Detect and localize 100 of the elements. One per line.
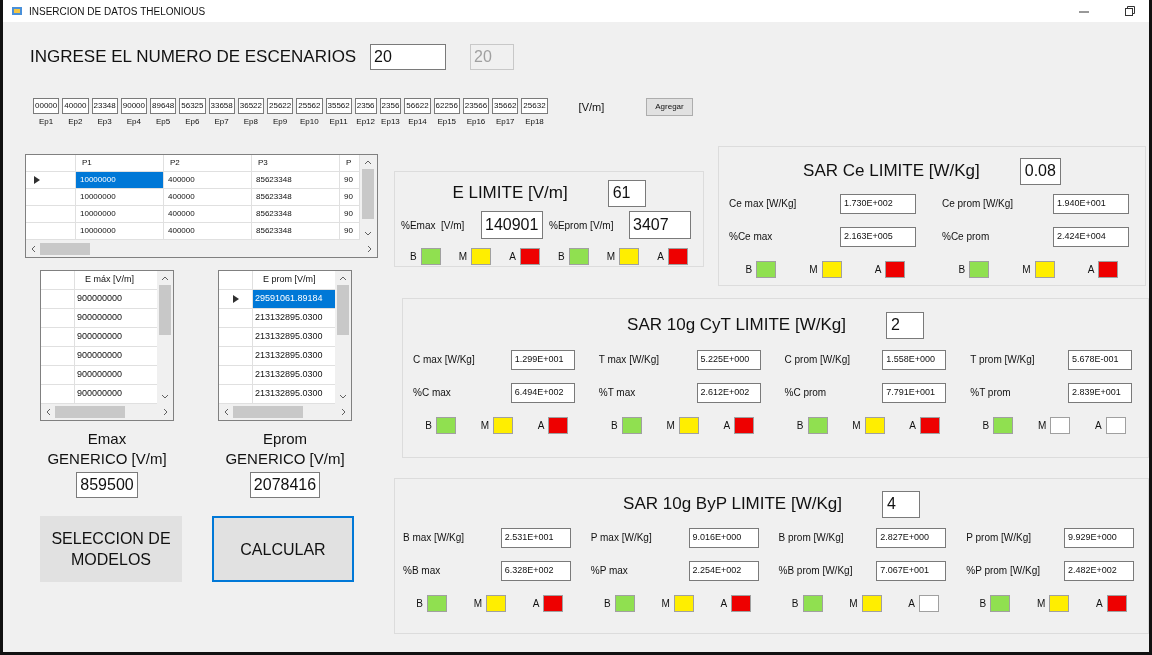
value-field[interactable]: 9.016E+000 — [688, 527, 759, 548]
value-field[interactable]: 2.839E+001 — [1068, 382, 1132, 403]
value-field[interactable]: 1.730E+002 — [840, 193, 916, 214]
table-cell[interactable]: 400000 — [164, 206, 252, 222]
table-cell[interactable]: 400000 — [164, 172, 252, 188]
value-field[interactable]: 5.225E+000 — [696, 349, 761, 370]
value-field[interactable]: 2.424E+004 — [1053, 226, 1129, 247]
value-field[interactable]: 5.678E-001 — [1068, 349, 1132, 370]
field-label: %T max — [598, 386, 637, 400]
ep-field[interactable]: 00000 — [33, 98, 60, 114]
scroll-down-icon[interactable] — [364, 231, 372, 237]
scroll-up-icon[interactable] — [339, 275, 347, 281]
action-button[interactable]: SELECCION DE MODELOS — [40, 516, 182, 582]
generic-field[interactable]: 2078416 — [249, 472, 321, 498]
restore-icon[interactable] — [1125, 6, 1135, 16]
ep-field[interactable]: 56622 — [404, 98, 431, 114]
ep-field[interactable]: 23348 — [91, 98, 118, 114]
ep-field[interactable]: 23566 — [462, 98, 490, 114]
limit-field[interactable]: 2 — [885, 311, 924, 339]
scroll-thumb[interactable] — [337, 285, 349, 335]
add-button[interactable]: Agregar — [646, 98, 693, 116]
table-cell[interactable]: 29591061.89184 — [253, 290, 335, 308]
value-field[interactable]: 2.612E+002 — [696, 382, 761, 403]
generic-label: Eprom GENERICO [V/m] — [225, 429, 345, 469]
ep-field[interactable]: 90000 — [120, 98, 147, 114]
generic-field[interactable]: 859500 — [76, 472, 138, 498]
ep-label: Ep1 — [39, 116, 54, 128]
value-field[interactable]: 1.299E+001 — [510, 349, 575, 370]
ep-field[interactable]: 56325 — [179, 98, 206, 114]
column-header[interactable]: P1 — [76, 155, 164, 171]
ep-field[interactable]: 25632 — [521, 98, 548, 114]
lamp-label: M — [852, 419, 861, 433]
scroll-right-icon[interactable] — [367, 245, 373, 253]
lamp-label: M — [473, 597, 483, 611]
scroll-thumb[interactable] — [233, 406, 303, 418]
scroll-down-icon[interactable] — [339, 394, 347, 400]
ep-field[interactable]: 25622 — [267, 98, 294, 114]
ep-field[interactable]: 89648 — [150, 98, 177, 114]
column-header[interactable]: P3 — [252, 155, 340, 171]
scroll-thumb[interactable] — [362, 169, 374, 219]
scroll-left-icon[interactable] — [223, 408, 229, 416]
table-cell[interactable]: 400000 — [164, 189, 252, 205]
ep-field[interactable]: 35562 — [325, 98, 352, 114]
value-field[interactable]: 2.482E+002 — [1064, 560, 1134, 581]
scenarios-label: INGRESE EL NUMERO DE ESCENARIOS — [30, 46, 358, 69]
ep-label: Ep17 — [495, 116, 515, 128]
action-button[interactable]: CALCULAR — [212, 516, 354, 582]
ep-field[interactable]: 40000 — [62, 98, 89, 114]
ep-field[interactable]: 36522 — [237, 98, 264, 114]
value-field[interactable]: 7.067E+001 — [876, 560, 947, 581]
limit-field[interactable]: 0.08 — [1019, 157, 1061, 185]
table-cell[interactable]: 85623348 — [252, 206, 340, 222]
value-field[interactable]: 1.558E+000 — [882, 349, 947, 370]
field-label: %Eprom [V/m] — [549, 218, 613, 233]
table-cell[interactable]: 85623348 — [252, 189, 340, 205]
scroll-right-icon[interactable] — [163, 408, 169, 416]
table-cell[interactable]: 10000000 — [76, 206, 164, 222]
table-cell[interactable]: 10000000 — [76, 172, 164, 188]
value-field[interactable]: 6.328E+002 — [500, 560, 571, 581]
group-title: SAR 10g CyT LIMITE [W/Kg] — [627, 314, 846, 337]
ep-field[interactable]: 33658 — [208, 98, 235, 114]
value-field[interactable]: 140901 — [481, 211, 543, 239]
scroll-left-icon[interactable] — [30, 245, 36, 253]
ep-field[interactable]: 2356 — [379, 98, 402, 114]
lamp-label: A — [532, 597, 540, 611]
scenarios-field[interactable]: 20 — [370, 44, 446, 70]
table-cell[interactable]: 400000 — [164, 223, 252, 239]
limit-field[interactable]: 61 — [607, 179, 646, 207]
value-field[interactable]: 3407 — [629, 211, 691, 239]
table-cell[interactable]: 85623348 — [252, 223, 340, 239]
scroll-left-icon[interactable] — [45, 408, 51, 416]
scroll-up-icon[interactable] — [364, 159, 372, 165]
column-header[interactable]: P2 — [164, 155, 252, 171]
value-field[interactable]: 2.163E+005 — [840, 226, 916, 247]
value-field[interactable]: 2.254E+002 — [688, 560, 759, 581]
lamp-label: A — [1096, 597, 1103, 611]
value-field[interactable]: 2.531E+001 — [500, 527, 571, 548]
value-field[interactable]: 2.827E+000 — [876, 527, 947, 548]
scroll-up-icon[interactable] — [161, 275, 169, 281]
scroll-thumb[interactable] — [40, 243, 90, 255]
value-field[interactable]: 6.494E+002 — [510, 382, 575, 403]
ep-field[interactable]: 62256 — [433, 98, 460, 114]
ep-field[interactable]: 2356 — [354, 98, 377, 114]
value-field[interactable]: 7.791E+001 — [882, 382, 947, 403]
scroll-thumb[interactable] — [55, 406, 125, 418]
field-label: C prom [W/Kg] — [784, 353, 852, 367]
app-icon — [11, 5, 23, 17]
scroll-thumb[interactable] — [159, 285, 171, 335]
limit-field[interactable]: 4 — [881, 490, 920, 518]
ep-field[interactable]: 25562 — [296, 98, 323, 114]
value-field[interactable]: 9.929E+000 — [1064, 527, 1134, 548]
scroll-down-icon[interactable] — [161, 394, 169, 400]
lamp-label: M — [1022, 263, 1031, 277]
ep-field[interactable]: 35662 — [492, 98, 519, 114]
table-cell[interactable]: 10000000 — [76, 189, 164, 205]
ep-label: Ep2 — [68, 116, 83, 128]
table-cell[interactable]: 10000000 — [76, 223, 164, 239]
value-field[interactable]: 1.940E+001 — [1053, 193, 1129, 214]
scroll-right-icon[interactable] — [341, 408, 347, 416]
table-cell[interactable]: 85623348 — [252, 172, 340, 188]
